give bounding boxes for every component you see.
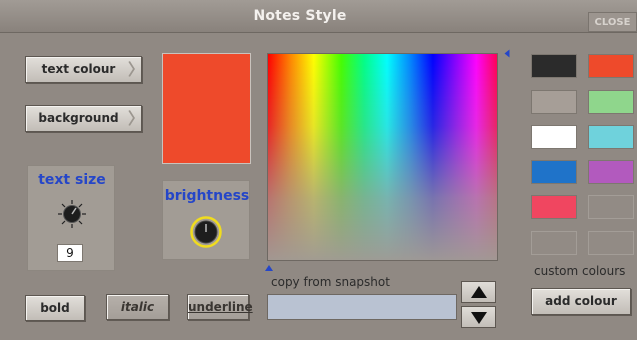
snapshot-down-button[interactable]: [461, 306, 496, 328]
snapshot-label: copy from snapshot: [271, 275, 390, 289]
notes-style-window: Notes Style CLOSE text colour 〉 backgrou…: [0, 0, 637, 340]
window-title: Notes Style: [253, 8, 347, 24]
custom-colour-swatch[interactable]: [588, 160, 634, 184]
text-colour-button[interactable]: text colour 〉: [25, 56, 145, 83]
text-size-label: text size: [38, 172, 106, 188]
triangle-up-icon: [471, 286, 487, 298]
text-size-value[interactable]: 9: [57, 244, 83, 262]
text-size-panel: text size 9: [27, 165, 115, 271]
spectrum-marker-top-icon: [504, 49, 510, 58]
triangle-down-icon: [471, 312, 487, 324]
text-colour-label: text colour: [41, 62, 116, 76]
brightness-panel: brightness: [162, 180, 250, 260]
snapshot-up-button[interactable]: [461, 281, 496, 303]
text-size-knob-icon[interactable]: [57, 199, 87, 229]
custom-colour-swatch[interactable]: [531, 125, 577, 149]
bold-button[interactable]: bold: [25, 295, 85, 321]
custom-colours-label: custom colours: [534, 264, 626, 278]
brightness-knob-icon[interactable]: [190, 216, 222, 248]
title-bar: Notes Style CLOSE: [0, 0, 637, 33]
background-label: background: [38, 111, 119, 125]
custom-colour-swatch[interactable]: [588, 125, 634, 149]
empty-colour-slot[interactable]: [531, 231, 577, 255]
underline-button[interactable]: underline: [187, 294, 253, 320]
custom-colour-swatch[interactable]: [588, 54, 634, 78]
empty-colour-slot[interactable]: [588, 195, 634, 219]
custom-colour-swatch[interactable]: [531, 160, 577, 184]
colour-spectrum-picker[interactable]: [267, 53, 498, 261]
add-colour-button[interactable]: add colour: [531, 288, 631, 315]
current-colour-preview: [162, 53, 251, 164]
italic-button[interactable]: italic: [106, 294, 169, 320]
close-button[interactable]: CLOSE: [588, 12, 637, 32]
custom-colour-swatch[interactable]: [531, 195, 577, 219]
chevron-right-icon: 〉: [128, 109, 145, 128]
brightness-label: brightness: [164, 188, 250, 204]
spectrum-marker-bottom-icon: [265, 265, 273, 271]
empty-colour-slot[interactable]: [588, 231, 634, 255]
custom-colour-swatch[interactable]: [588, 90, 634, 114]
custom-colour-swatch[interactable]: [531, 54, 577, 78]
background-button[interactable]: background 〉: [25, 105, 145, 132]
custom-colour-swatch[interactable]: [531, 90, 577, 114]
chevron-right-icon: 〉: [128, 60, 145, 79]
snapshot-field[interactable]: [267, 294, 457, 320]
